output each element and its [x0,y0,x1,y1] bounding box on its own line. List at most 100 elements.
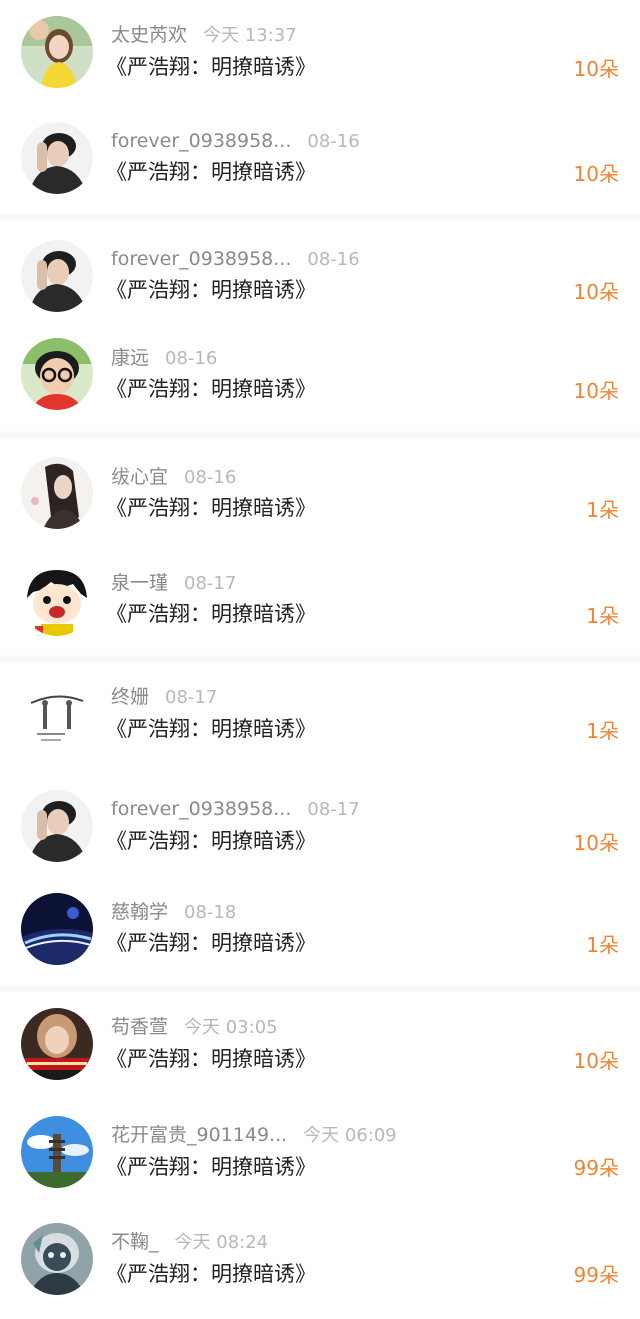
avatar-sketch-image [21,679,93,751]
gift-record-list: 太史芮欢 今天 13:37 《严浩翔：明撩暗诱》 10朵 forever_0938… [0,0,640,1319]
timestamp: 08-16 [307,249,360,270]
avatar-boy-dark-image [21,240,93,312]
timestamp: 08-18 [184,902,237,923]
book-title[interactable]: 《严浩翔：明撩暗诱》 [106,375,316,403]
book-title[interactable]: 《严浩翔：明撩暗诱》 [106,158,316,186]
section-divider [0,430,640,440]
gift-amount: 1朵 [586,498,619,522]
timestamp: 今天 08:24 [174,1232,269,1253]
list-item[interactable]: forever_0938958... 08-17 《严浩翔：明撩暗诱》 10朵 [0,781,640,881]
avatar[interactable] [21,122,93,194]
avatar-woman-red-banner-image [21,1008,93,1080]
avatar-masked-figure-image [21,1223,93,1295]
gift-amount: 10朵 [573,831,619,855]
item-meta: 康远 08-16 [111,346,217,371]
list-item[interactable]: forever_0938958... 08-16 《严浩翔：明撩暗诱》 10朵 [0,112,640,212]
avatar-woman-longhair-image [21,457,93,529]
avatar-boy-dark-image [21,122,93,194]
item-meta: forever_0938958... 08-16 [111,247,360,272]
list-item[interactable]: 泉一瑾 08-17 《严浩翔：明撩暗诱》 1朵 [0,554,640,654]
avatar-cartoon-girl-image [21,564,93,636]
list-item[interactable]: forever_0938958... 08-16 《严浩翔：明撩暗诱》 10朵 [0,230,640,330]
item-meta: 泉一瑾 08-17 [111,571,236,596]
user-name[interactable]: forever_0938958... [111,798,291,820]
avatar-boy-dark-image [21,790,93,862]
avatar-night-road-image [21,893,93,965]
list-item[interactable]: 终姗 08-17 《严浩翔：明撩暗诱》 1朵 [0,670,640,770]
timestamp: 今天 03:05 [184,1017,278,1038]
book-title[interactable]: 《严浩翔：明撩暗诱》 [106,827,316,855]
timestamp: 今天 06:09 [303,1125,397,1146]
item-meta: 终姗 08-17 [111,685,217,710]
user-name[interactable]: 泉一瑾 [111,572,168,594]
list-item[interactable]: 绂心宜 08-16 《严浩翔：明撩暗诱》 1朵 [0,448,640,548]
gift-amount: 1朵 [586,604,619,628]
user-name[interactable]: forever_0938958... [111,248,291,270]
gift-amount: 10朵 [573,280,619,304]
timestamp: 08-16 [165,348,218,369]
avatar[interactable] [21,1223,93,1295]
book-title[interactable]: 《严浩翔：明撩暗诱》 [106,53,316,81]
book-title[interactable]: 《严浩翔：明撩暗诱》 [106,715,316,743]
book-title[interactable]: 《严浩翔：明撩暗诱》 [106,929,316,957]
list-item[interactable]: 苟香萱 今天 03:05 《严浩翔：明撩暗诱》 10朵 [0,999,640,1099]
book-title[interactable]: 《严浩翔：明撩暗诱》 [106,1045,316,1073]
user-name[interactable]: 花开富贵_901149... [111,1124,287,1146]
timestamp: 今天 13:37 [203,25,297,46]
book-title[interactable]: 《严浩翔：明撩暗诱》 [106,600,316,628]
user-name[interactable]: 苟香萱 [111,1016,168,1038]
user-name[interactable]: 不鞠_ [111,1231,159,1253]
item-meta: forever_0938958... 08-16 [111,129,360,154]
item-meta: 花开富贵_901149... 今天 06:09 [111,1123,397,1148]
gift-amount: 1朵 [586,719,619,743]
avatar[interactable] [21,338,93,410]
avatar-pagoda-sky-image [21,1116,93,1188]
item-meta: 不鞠_ 今天 08:24 [111,1230,268,1255]
book-title[interactable]: 《严浩翔：明撩暗诱》 [106,1153,316,1181]
gift-amount: 99朵 [573,1263,619,1287]
timestamp: 08-16 [307,131,360,152]
user-name[interactable]: 康远 [111,347,149,369]
timestamp: 08-17 [307,799,360,820]
list-item[interactable]: 慈翰学 08-18 《严浩翔：明撩暗诱》 1朵 [0,884,640,984]
item-meta: 慈翰学 08-18 [111,900,236,925]
list-item[interactable]: 康远 08-16 《严浩翔：明撩暗诱》 10朵 [0,329,640,429]
item-meta: 太史芮欢 今天 13:37 [111,23,297,48]
avatar[interactable] [21,679,93,751]
timestamp: 08-17 [165,687,218,708]
section-divider [0,984,640,994]
avatar[interactable] [21,564,93,636]
book-title[interactable]: 《严浩翔：明撩暗诱》 [106,276,316,304]
user-name[interactable]: 慈翰学 [111,901,168,923]
item-meta: 绂心宜 08-16 [111,465,236,490]
list-item[interactable]: 太史芮欢 今天 13:37 《严浩翔：明撩暗诱》 10朵 [0,6,640,106]
timestamp: 08-17 [184,573,237,594]
item-meta: 苟香萱 今天 03:05 [111,1015,278,1040]
gift-amount: 10朵 [573,162,619,186]
gift-amount: 1朵 [586,933,619,957]
timestamp: 08-16 [184,467,237,488]
user-name[interactable]: 终姗 [111,686,149,708]
user-name[interactable]: 太史芮欢 [111,24,187,46]
avatar-girl-yellow-dress-image [21,16,93,88]
avatar[interactable] [21,457,93,529]
list-item[interactable]: 不鞠_ 今天 08:24 《严浩翔：明撩暗诱》 99朵 [0,1214,640,1314]
user-name[interactable]: forever_0938958... [111,130,291,152]
avatar-kid-glasses-image [21,338,93,410]
book-title[interactable]: 《严浩翔：明撩暗诱》 [106,1260,316,1288]
gift-amount: 10朵 [573,57,619,81]
gift-amount: 99朵 [573,1156,619,1180]
list-item[interactable]: 花开富贵_901149... 今天 06:09 《严浩翔：明撩暗诱》 99朵 [0,1107,640,1207]
avatar[interactable] [21,893,93,965]
avatar[interactable] [21,240,93,312]
gift-amount: 10朵 [573,379,619,403]
avatar[interactable] [21,1116,93,1188]
avatar[interactable] [21,790,93,862]
item-meta: forever_0938958... 08-17 [111,797,360,822]
book-title[interactable]: 《严浩翔：明撩暗诱》 [106,494,316,522]
user-name[interactable]: 绂心宜 [111,466,168,488]
section-divider [0,212,640,222]
section-divider [0,654,640,664]
avatar[interactable] [21,1008,93,1080]
avatar[interactable] [21,16,93,88]
